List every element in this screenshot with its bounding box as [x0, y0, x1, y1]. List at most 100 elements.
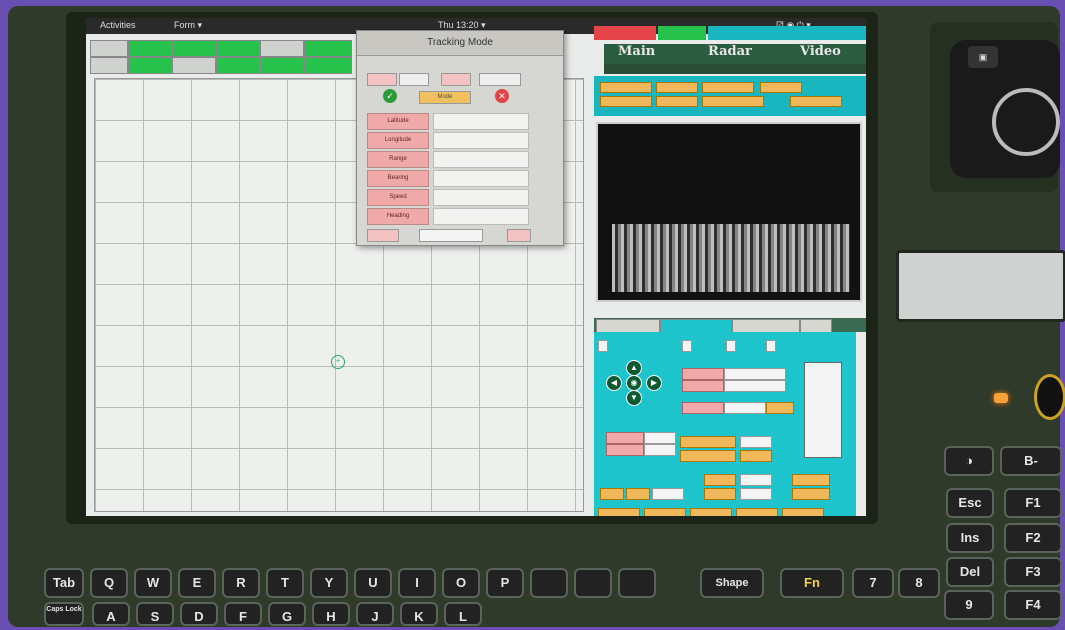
key-o[interactable]: O — [442, 568, 480, 598]
key-9[interactable]: 9 — [944, 590, 994, 620]
key-esc[interactable]: Esc — [946, 488, 994, 518]
toolbar-btn-3[interactable] — [172, 40, 216, 57]
zoom-input[interactable] — [644, 432, 676, 444]
key-h[interactable]: H — [312, 602, 350, 626]
bottom-btn-1[interactable] — [598, 508, 640, 516]
sub-tab-3[interactable] — [732, 319, 800, 333]
key-f1[interactable]: F1 — [1004, 488, 1062, 518]
key-f3[interactable]: F3 — [1004, 557, 1062, 587]
auto-track-button[interactable] — [792, 488, 830, 500]
cancel-icon[interactable]: ✕ — [495, 89, 509, 103]
key-t[interactable]: T — [266, 568, 304, 598]
bearing-field[interactable] — [433, 170, 529, 187]
pan-right-icon[interactable]: ▶ — [646, 375, 662, 391]
zoom-in-button[interactable] — [680, 436, 736, 448]
toolbar-btn-11[interactable] — [260, 57, 304, 74]
key-caps[interactable]: Caps Lock — [44, 602, 84, 626]
toolbar-btn-8[interactable] — [128, 57, 172, 74]
key-a[interactable]: A — [92, 602, 130, 626]
key-p[interactable]: P — [486, 568, 524, 598]
key-y[interactable]: Y — [310, 568, 348, 598]
dialog-pill-4[interactable] — [479, 73, 521, 86]
video-btn-4[interactable] — [760, 82, 802, 93]
activities-button[interactable]: Activities — [100, 20, 136, 30]
key-s[interactable]: S — [136, 602, 174, 626]
zoom-level-select[interactable] — [740, 436, 772, 448]
key-del[interactable]: Del — [946, 557, 994, 587]
preset-list[interactable] — [804, 362, 842, 458]
video-btn-2[interactable] — [656, 82, 698, 93]
key-fn[interactable]: Fn — [780, 568, 844, 598]
toolbar-btn-7[interactable] — [90, 57, 128, 74]
output-input-3[interactable] — [740, 488, 772, 500]
speed-select[interactable] — [724, 380, 786, 392]
key-bracket-1[interactable] — [530, 568, 568, 598]
key-f[interactable]: F — [224, 602, 262, 626]
tab-main[interactable]: Main — [618, 44, 655, 59]
longitude-field[interactable] — [433, 132, 529, 149]
output-btn-3[interactable] — [626, 488, 650, 500]
dialog-pill-3[interactable] — [441, 73, 471, 86]
sub-tab-4[interactable] — [800, 319, 832, 333]
bottom-btn-4[interactable] — [736, 508, 778, 516]
mode-button[interactable]: Mode — [419, 91, 471, 104]
focus-button[interactable] — [740, 450, 772, 462]
key-l[interactable]: L — [444, 602, 482, 626]
pan-up-icon[interactable]: ▲ — [626, 360, 642, 376]
video-btn-8[interactable] — [790, 96, 842, 107]
key-8[interactable]: 8 — [898, 568, 940, 598]
preset-input[interactable] — [724, 402, 766, 414]
key-g[interactable]: G — [268, 602, 306, 626]
dialog-pill-2[interactable] — [399, 73, 429, 86]
range-field[interactable] — [433, 151, 529, 168]
option-check-4[interactable] — [766, 340, 776, 352]
zoom-out-button[interactable] — [680, 450, 736, 462]
video-btn-6[interactable] — [656, 96, 698, 107]
output-input-1[interactable] — [740, 474, 772, 486]
video-btn-7[interactable] — [702, 96, 764, 107]
sub-tab-1[interactable] — [596, 319, 660, 333]
video-btn-1[interactable] — [600, 82, 652, 93]
option-check-2[interactable] — [682, 340, 692, 352]
toolbar-btn-5[interactable] — [260, 40, 304, 57]
key-i[interactable]: I — [398, 568, 436, 598]
key-f2[interactable]: F2 — [1004, 523, 1062, 553]
preset-go-button[interactable] — [766, 402, 794, 414]
speed-field[interactable] — [433, 189, 529, 206]
bottom-select[interactable] — [419, 229, 483, 242]
key-tab[interactable]: Tab — [44, 568, 84, 598]
joystick-ring[interactable] — [992, 88, 1060, 156]
bottom-btn-3[interactable] — [690, 508, 732, 516]
sub-tab-2[interactable] — [660, 319, 732, 333]
key-q[interactable]: Q — [90, 568, 128, 598]
key-ins[interactable]: Ins — [946, 523, 994, 553]
video-btn-3[interactable] — [702, 82, 754, 93]
bottom-checkbox[interactable] — [367, 229, 399, 242]
output-input-2[interactable] — [652, 488, 684, 500]
key-d[interactable]: D — [180, 602, 218, 626]
tab-video[interactable]: Video — [800, 44, 841, 59]
bottom-btn-2[interactable] — [644, 508, 686, 516]
target-marker[interactable]: + — [331, 355, 345, 369]
toolbar-btn-2[interactable] — [128, 40, 172, 57]
key-shape[interactable]: Shape — [700, 568, 764, 598]
dialog-pill-1[interactable] — [367, 73, 397, 86]
app-menu[interactable]: Form ▾ — [174, 20, 202, 31]
tracking-button[interactable] — [792, 474, 830, 486]
toolbar-btn-10[interactable] — [216, 57, 260, 74]
option-check-3[interactable] — [726, 340, 736, 352]
key-e[interactable]: E — [178, 568, 216, 598]
option-check-1[interactable] — [598, 340, 608, 352]
bottom-go-button[interactable] — [507, 229, 531, 242]
toolbar-btn-12[interactable] — [304, 57, 352, 74]
video-control-strip[interactable] — [604, 64, 866, 74]
toolbar-btn-1[interactable] — [90, 40, 128, 57]
key-semicolon[interactable] — [618, 568, 656, 598]
video-feed[interactable] — [596, 122, 862, 302]
key-side-2[interactable]: B- — [1000, 446, 1062, 476]
pan-home-icon[interactable]: ◉ — [626, 375, 642, 391]
toolbar-btn-4[interactable] — [216, 40, 260, 57]
confirm-icon[interactable]: ✓ — [383, 89, 397, 103]
focus-input[interactable] — [644, 444, 676, 456]
key-w[interactable]: W — [134, 568, 172, 598]
